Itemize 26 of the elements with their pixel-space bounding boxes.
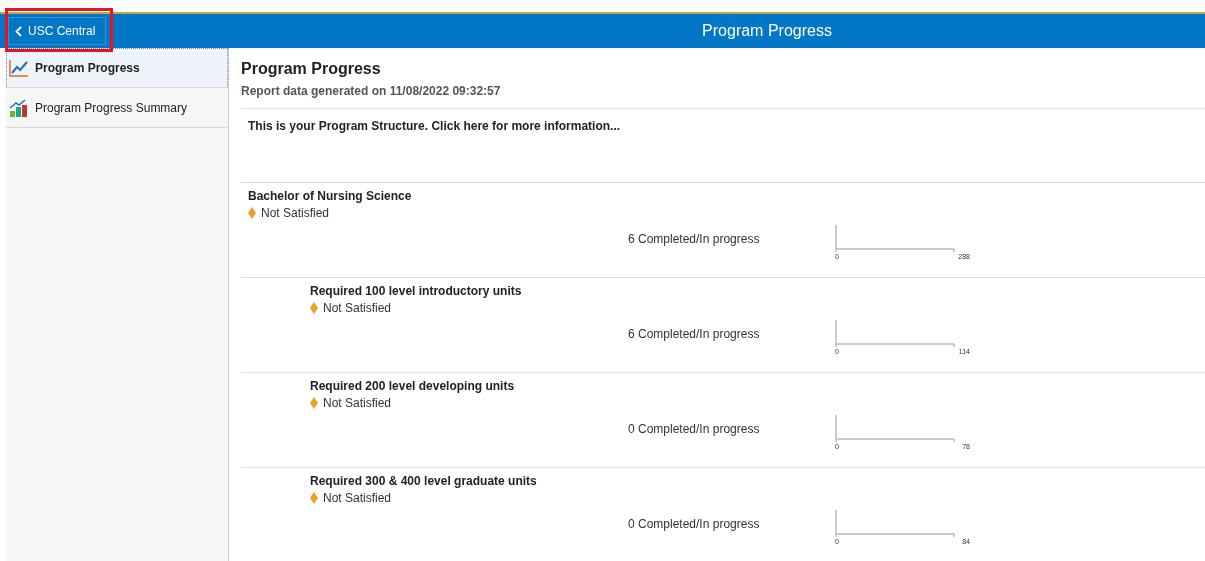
requirement-status: Not Satisfied <box>323 301 392 315</box>
progress-count: 0 Completed/In progress <box>628 517 761 531</box>
requirement-name: Required 300 & 400 level graduate units <box>310 474 538 488</box>
bar-chart-icon <box>9 99 29 117</box>
diamond-icon <box>310 302 318 314</box>
requirement-name: Required 200 level developing units <box>310 379 516 393</box>
diamond-icon <box>310 492 318 504</box>
generated-date: Report data generated on 11/08/2022 09:32:57 <box>241 84 502 98</box>
sidebar-item[interactable]: Program Progress Summary <box>6 88 228 128</box>
requirement-status: Not Satisfied <box>323 396 392 410</box>
content-title: Program Progress <box>241 60 382 78</box>
progress-count: 6 Completed/In progress <box>628 232 761 246</box>
diamond-icon <box>248 207 256 219</box>
line-chart-icon <box>9 59 29 77</box>
diamond-icon <box>310 397 318 409</box>
page-title: Program Progress <box>701 22 832 40</box>
requirement-status: Not Satisfied <box>261 206 330 220</box>
structure-info-link[interactable]: This is your Program Structure. Click here for more information... <box>248 119 621 133</box>
sidebar-item[interactable]: Program Progress <box>6 48 228 88</box>
progress-count: 0 Completed/In progress <box>628 422 761 436</box>
progress-count: 6 Completed/In progress <box>628 327 761 341</box>
chevron-left-icon <box>15 25 22 37</box>
back-button[interactable]: USC Central <box>8 17 107 45</box>
requirement-status: Not Satisfied <box>323 491 392 505</box>
requirement-name: Required 100 level introductory units <box>310 284 523 298</box>
requirement-name: Bachelor of Nursing Science <box>248 189 413 203</box>
